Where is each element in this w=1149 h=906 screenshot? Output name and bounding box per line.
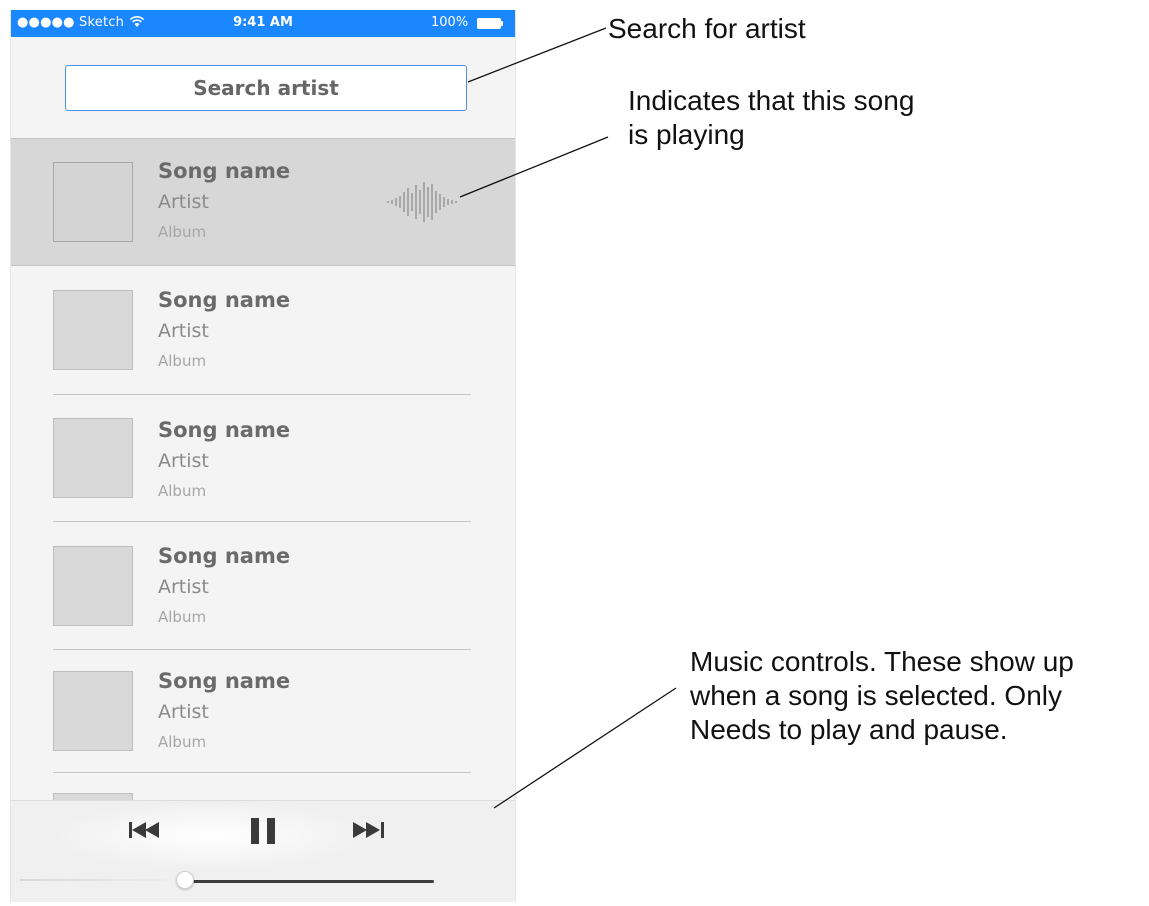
skip-next-icon[interactable] <box>351 816 401 844</box>
song-name: Song name <box>158 288 291 312</box>
progress-thumb[interactable] <box>176 871 194 889</box>
status-bar: ●●●●● Sketch 9:41 AM 100% <box>11 10 515 37</box>
annotation-search: Search for artist <box>608 13 806 44</box>
song-name: Song name <box>158 418 291 442</box>
song-name: Song name <box>158 159 291 183</box>
song-artist: Artist <box>158 191 209 213</box>
song-album: Album <box>158 352 207 370</box>
song-row-playing[interactable]: Song name Artist Album <box>11 138 515 266</box>
music-controls <box>11 800 515 902</box>
waveform-icon <box>387 182 457 222</box>
song-artist: Artist <box>158 320 209 342</box>
annotation-playing: Indicates that this song is playing <box>628 85 915 150</box>
annotation-controls: Music controls. These show up when a son… <box>690 646 1074 745</box>
album-art <box>53 290 133 370</box>
phone-screen: ●●●●● Sketch 9:41 AM 100% Song name Arti… <box>10 10 516 902</box>
song-album: Album <box>158 482 207 500</box>
pause-icon[interactable] <box>248 816 278 846</box>
album-art <box>53 162 133 242</box>
album-art <box>53 418 133 498</box>
song-row[interactable]: Song name Artist Album <box>11 522 515 648</box>
progress-remaining[interactable] <box>188 880 434 883</box>
skip-previous-icon[interactable] <box>127 816 173 844</box>
song-row[interactable]: Song name Artist Album <box>11 266 515 394</box>
album-art <box>53 546 133 626</box>
song-name: Song name <box>158 669 291 693</box>
song-row[interactable]: Song name Artist Album <box>11 395 515 521</box>
album-art <box>53 671 133 751</box>
song-name: Song name <box>158 544 291 568</box>
song-album: Album <box>158 223 207 241</box>
song-row[interactable]: Song name Artist Album <box>11 650 515 770</box>
battery-icon <box>477 18 503 29</box>
progress-elapsed[interactable] <box>20 879 170 881</box>
battery-percent: 100% <box>431 15 469 30</box>
song-album: Album <box>158 733 207 751</box>
song-artist: Artist <box>158 701 209 723</box>
search-input[interactable] <box>65 65 467 111</box>
song-artist: Artist <box>158 450 209 472</box>
song-album: Album <box>158 608 207 626</box>
song-artist: Artist <box>158 576 209 598</box>
